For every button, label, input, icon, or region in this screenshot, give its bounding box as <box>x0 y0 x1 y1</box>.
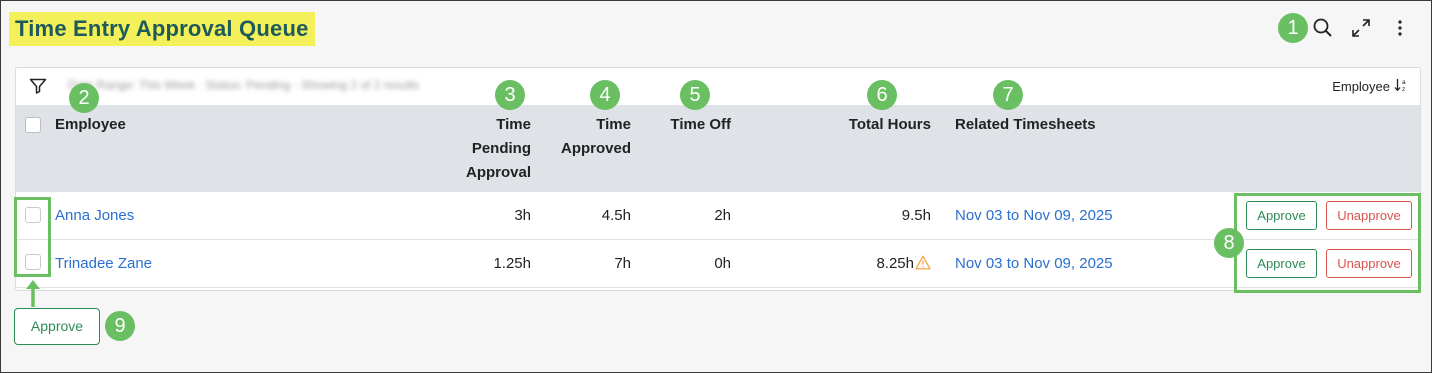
cell-time-approved: 4.5h <box>601 207 631 224</box>
col-time-pending-line2: Pending <box>471 140 531 157</box>
col-time-pending-line1: Time <box>496 116 531 133</box>
col-related-timesheets[interactable]: Related Timesheets <box>955 113 1096 137</box>
warning-icon <box>915 242 931 289</box>
approval-table-card: Date Range: This Week · Status: Pending … <box>15 67 1421 291</box>
table-row: Trinadee Zane 1.25h 7h 0h 8.25h Nov 03 t… <box>16 240 1420 288</box>
col-total-hours[interactable]: Total Hours <box>796 113 931 137</box>
sort-control[interactable]: Employee az <box>1332 77 1410 96</box>
col-time-approved-line2: Approved <box>560 140 631 157</box>
callout-1: 1 <box>1278 13 1308 43</box>
callout-3: 3 <box>495 80 525 110</box>
svg-text:a: a <box>1402 79 1406 86</box>
callout-6: 6 <box>867 80 897 110</box>
svg-text:z: z <box>1402 86 1405 93</box>
table-header: Employee Time Pending Approval Time Appr… <box>16 105 1420 192</box>
cell-total-hours: 9.5h <box>901 207 931 224</box>
expand-icon[interactable] <box>1348 15 1374 41</box>
sort-label: Employee <box>1332 79 1390 94</box>
cell-time-pending: 3h <box>514 207 531 224</box>
col-time-approved[interactable]: Time Approved <box>536 113 631 161</box>
callout-8: 8 <box>1214 228 1244 258</box>
cell-time-off: 0h <box>714 255 731 272</box>
col-time-off[interactable]: Time Off <box>636 113 731 137</box>
employee-link[interactable]: Trinadee Zane <box>55 240 152 287</box>
active-filters-text: Date Range: This Week · Status: Pending … <box>68 78 420 92</box>
callout-7: 7 <box>993 80 1023 110</box>
bulk-approve-button[interactable]: Approve <box>14 308 100 345</box>
filter-bar: Date Range: This Week · Status: Pending … <box>16 68 1420 104</box>
employee-link[interactable]: Anna Jones <box>55 192 134 239</box>
col-time-pending[interactable]: Time Pending Approval <box>436 113 531 185</box>
cell-time-pending: 1.25h <box>493 255 531 272</box>
row-actions-highlight-box <box>1234 193 1421 293</box>
more-vertical-icon[interactable] <box>1387 15 1413 41</box>
total-hours-value: 8.25h <box>876 255 914 272</box>
col-time-pending-line3: Approval <box>465 164 531 181</box>
cell-time-off: 2h <box>714 207 731 224</box>
table-row: Anna Jones 3h 4.5h 2h 9.5h Nov 03 to Nov… <box>16 192 1420 240</box>
callout-2: 2 <box>69 83 99 113</box>
cell-time-approved: 7h <box>614 255 631 272</box>
select-all-checkbox[interactable] <box>25 117 41 133</box>
callout-4: 4 <box>590 80 620 110</box>
search-icon[interactable] <box>1310 15 1336 41</box>
arrow-up-icon <box>23 277 43 307</box>
filter-icon[interactable] <box>28 76 48 96</box>
cell-total-hours: 8.25h <box>796 240 931 289</box>
callout-9: 9 <box>105 311 135 341</box>
app-frame: Time Entry Approval Queue 1 Date Range: … <box>0 0 1432 373</box>
timesheet-link[interactable]: Nov 03 to Nov 09, 2025 <box>955 192 1113 239</box>
sort-az-icon: az <box>1394 77 1410 96</box>
col-employee[interactable]: Employee <box>55 113 126 137</box>
callout-5: 5 <box>680 80 710 110</box>
col-time-approved-line1: Time <box>596 116 631 133</box>
timesheet-link[interactable]: Nov 03 to Nov 09, 2025 <box>955 240 1113 287</box>
page-title: Time Entry Approval Queue <box>9 12 315 46</box>
checkbox-highlight-box <box>14 197 51 277</box>
